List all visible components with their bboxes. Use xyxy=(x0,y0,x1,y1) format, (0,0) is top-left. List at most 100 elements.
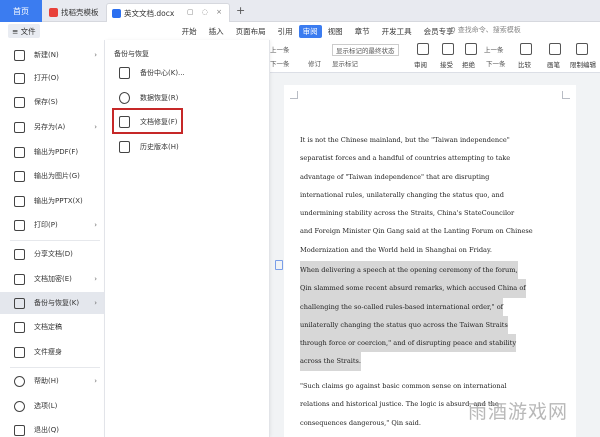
paragraph-2-selected[interactable]: When delivering a speech at the opening … xyxy=(300,261,562,371)
history-icon xyxy=(119,141,130,153)
recovery-icon xyxy=(119,92,130,104)
file-menu-button[interactable]: ≡ 文件 xyxy=(8,24,40,38)
menu-chapter[interactable]: 章节 xyxy=(349,26,376,37)
check-doc-icon xyxy=(14,321,25,333)
menu-developer[interactable]: 开发工具 xyxy=(376,26,418,37)
file-menu-encrypt[interactable]: 文档加密(E) › xyxy=(0,268,105,290)
file-menu-open[interactable]: 打开(O) xyxy=(0,67,105,89)
file-menu-label: 另存为(A) xyxy=(34,123,66,131)
tab-document-label: 英文文档.docx xyxy=(124,8,175,18)
menu-view[interactable]: 视图 xyxy=(322,26,349,37)
file-menu-options[interactable]: 选项(L) xyxy=(0,395,105,417)
save-icon xyxy=(14,96,25,108)
file-menu-export-pdf[interactable]: 输出为PDF(F) xyxy=(0,141,105,163)
submenu-label: 历史版本(H) xyxy=(140,143,179,151)
file-menu-exit[interactable]: 退出(Q) xyxy=(0,419,105,437)
tab-template-label: 找稻壳模板 xyxy=(61,8,99,17)
submenu-arrow: › xyxy=(94,221,97,229)
file-menu-save[interactable]: 保存(S) xyxy=(0,91,105,113)
file-menu-new[interactable]: 新建(N) › xyxy=(0,44,105,66)
tab-controls[interactable]: ▢ ◌ × xyxy=(187,8,225,16)
text-line: "Such claims go against basic common sen… xyxy=(300,382,507,390)
file-menu-backup-restore[interactable]: 备份与恢复(K) › xyxy=(0,292,105,314)
file-menu-print[interactable]: 打印(P) › xyxy=(0,214,105,236)
text-line: international rules, unilaterally changi… xyxy=(300,190,504,199)
restrict-edit-button[interactable]: 限制编辑 xyxy=(570,59,596,69)
text-line: challenging the so-called rules-based in… xyxy=(300,297,504,316)
next-change[interactable]: 下一条 xyxy=(486,58,506,68)
paragraph-marker-icon[interactable] xyxy=(275,260,283,270)
submenu-backup-center[interactable]: 备份中心(K)... xyxy=(111,62,261,84)
compare-button[interactable]: 比较 xyxy=(518,59,531,69)
text-line: It is not the Chinese mainland, but the … xyxy=(300,136,510,144)
next-change-top[interactable]: 下一条 xyxy=(270,58,290,68)
menu-references[interactable]: 引用 xyxy=(272,26,299,37)
menu-start[interactable]: 开始 xyxy=(176,26,203,37)
tab-template[interactable]: 找稻壳模板 xyxy=(44,3,104,22)
show-markup-button[interactable]: 显示标记 xyxy=(332,58,358,68)
text-line: Qin slammed some recent absurd remarks, … xyxy=(300,279,526,298)
accept-icon[interactable] xyxy=(442,43,454,55)
file-menu-help[interactable]: 帮助(H) › xyxy=(0,370,105,392)
pen-button[interactable]: 画笔 xyxy=(547,59,560,69)
file-menu: 新建(N) › 打开(O) 保存(S) 另存为(A) › 输出为PDF(F) 输… xyxy=(0,40,105,437)
file-menu-save-as[interactable]: 另存为(A) › xyxy=(0,116,105,138)
accept-button[interactable]: 接受 xyxy=(440,59,453,69)
file-menu-finalize[interactable]: 文档定稿 xyxy=(0,316,105,338)
menu-layout[interactable]: 页面布局 xyxy=(230,26,272,37)
backup-restore-submenu: 备份与恢复 备份中心(K)... 数据恢复(R) 文档修复(F) 历史版本(H) xyxy=(105,40,270,437)
file-menu-export-pptx[interactable]: 输出为PPTX(X) xyxy=(0,190,105,212)
document-page[interactable]: It is not the Chinese mainland, but the … xyxy=(284,85,576,437)
file-menu-label: 打开(O) xyxy=(34,74,59,82)
text-line: undermining stability across the Straits… xyxy=(300,209,515,218)
text-line: When delivering a speech at the opening … xyxy=(300,261,518,280)
menu-review[interactable]: 审阅 xyxy=(298,24,322,38)
file-menu-share[interactable]: 分享文档(D) xyxy=(0,243,105,265)
file-menu-slim[interactable]: 文件瘦身 xyxy=(0,341,105,363)
file-menu-label: 输出为PDF(F) xyxy=(34,148,79,156)
file-menu-label: 输出为图片(G) xyxy=(34,172,80,180)
text-line: advantage of "Taiwan independence" that … xyxy=(300,172,490,181)
menu-divider xyxy=(10,240,100,241)
backup-icon xyxy=(14,297,25,309)
margin-corner-tl xyxy=(290,91,298,99)
markup-state-select[interactable]: 显示标记的最终状态 xyxy=(332,44,399,56)
prev-change[interactable]: 上一条 xyxy=(484,44,504,54)
tab-home[interactable]: 首页 xyxy=(0,0,42,22)
prev-change-top[interactable]: 上一条 xyxy=(270,44,290,54)
file-menu-label: 新建(N) xyxy=(34,51,59,59)
restrict-edit-icon[interactable] xyxy=(576,43,588,55)
review-icon[interactable] xyxy=(417,43,429,55)
revise-button[interactable]: 修订 xyxy=(308,58,321,68)
docer-icon xyxy=(49,8,58,17)
exit-icon xyxy=(14,424,25,436)
review-button[interactable]: 审阅 xyxy=(414,59,427,69)
reject-icon[interactable] xyxy=(465,43,477,55)
menu-insert[interactable]: 插入 xyxy=(203,26,230,37)
file-menu-label: 选项(L) xyxy=(34,402,58,410)
command-search[interactable]: Q 查找命令、搜索模板 xyxy=(450,25,521,35)
new-tab-button[interactable]: + xyxy=(236,4,245,17)
paragraph-1[interactable]: It is not the Chinese mainland, but the … xyxy=(300,131,562,259)
submenu-arrow: › xyxy=(94,51,97,59)
pen-icon[interactable] xyxy=(549,43,561,55)
margin-corner-tr xyxy=(562,91,570,99)
submenu-arrow: › xyxy=(94,275,97,283)
help-icon xyxy=(14,375,25,387)
backup-center-icon xyxy=(119,67,130,79)
annotation-highlight-box xyxy=(112,108,183,134)
submenu-data-recovery[interactable]: 数据恢复(R) xyxy=(111,87,261,109)
submenu-label: 数据恢复(R) xyxy=(140,94,179,102)
text-line: separatist forces and a handful of count… xyxy=(300,154,511,163)
tab-document[interactable]: 英文文档.docx ▢ ◌ × xyxy=(106,3,230,22)
reject-button[interactable]: 拒绝 xyxy=(462,59,475,69)
share-icon xyxy=(14,248,25,260)
file-menu-label: 退出(Q) xyxy=(34,426,59,434)
submenu-arrow: › xyxy=(94,299,97,307)
file-menu-label: 打印(P) xyxy=(34,221,58,229)
printer-icon xyxy=(14,219,25,231)
compare-icon[interactable] xyxy=(520,43,532,55)
lock-icon xyxy=(14,273,25,285)
submenu-history[interactable]: 历史版本(H) xyxy=(111,136,261,158)
file-menu-export-image[interactable]: 输出为图片(G) xyxy=(0,165,105,187)
